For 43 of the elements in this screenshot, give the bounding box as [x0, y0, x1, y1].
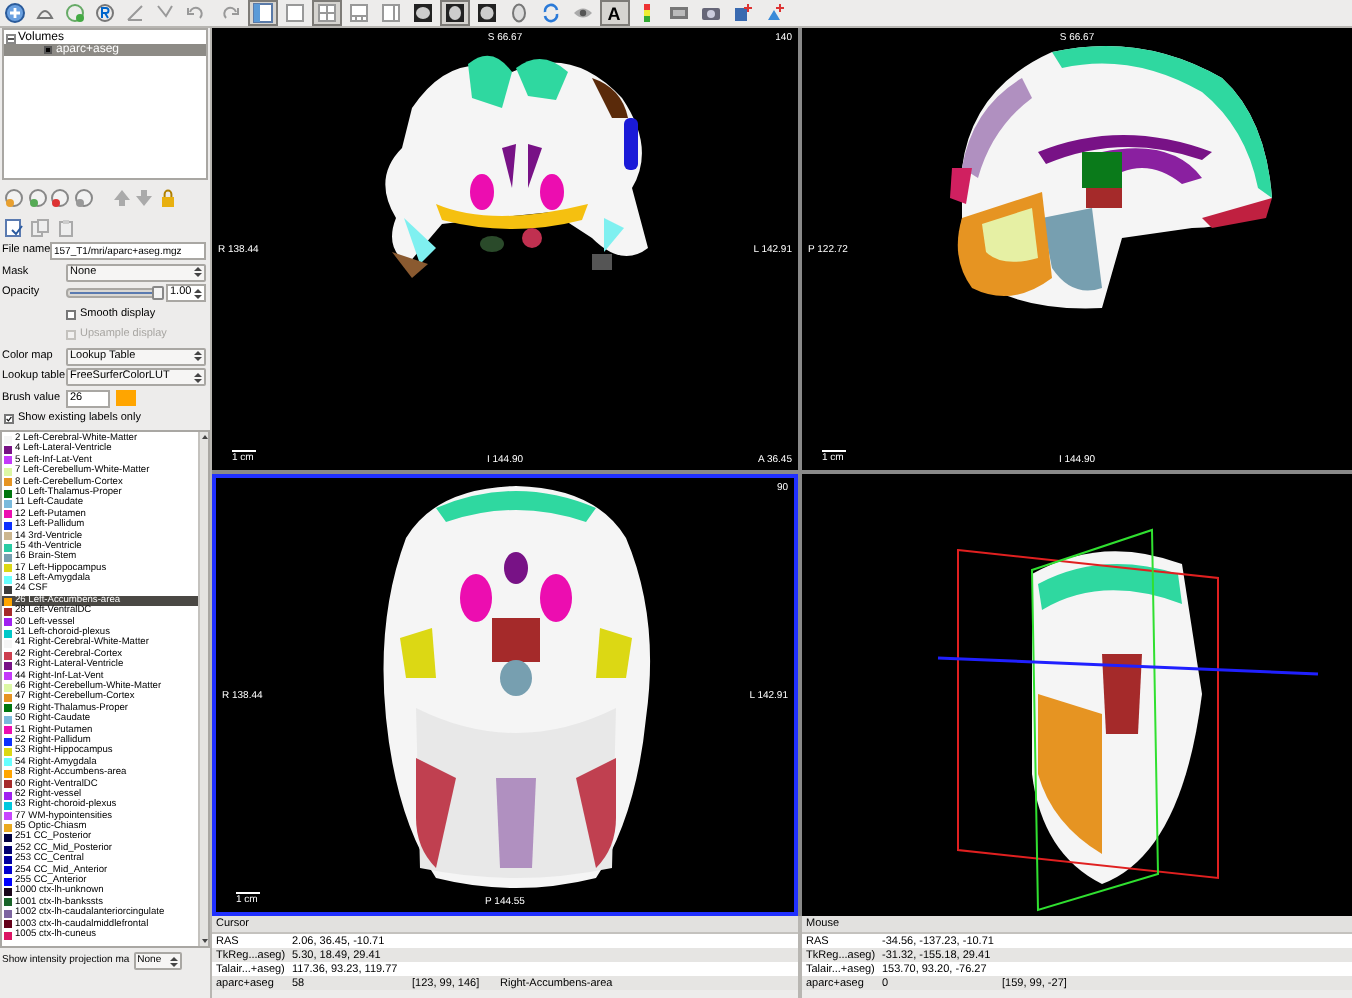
volume-icon[interactable] — [73, 188, 93, 208]
surface-add-icon[interactable] — [64, 2, 86, 24]
save-point-icon — [731, 2, 753, 24]
split-layout-icon — [379, 2, 401, 24]
layer-checkbox[interactable] — [44, 46, 52, 54]
undo-icon[interactable] — [184, 2, 206, 24]
down-arrow-icon[interactable] — [134, 188, 154, 208]
volume-icon[interactable] — [4, 188, 24, 208]
split-layout-icon — [347, 2, 369, 24]
scroll-up-icon[interactable] — [200, 432, 208, 442]
lock-icon[interactable] — [157, 188, 177, 208]
scroll-bar[interactable] — [198, 432, 208, 946]
layout-icon — [251, 2, 273, 24]
spinner-arrows-icon — [194, 287, 202, 299]
document-check-icon[interactable] — [4, 217, 24, 237]
viewport-panel[interactable] — [802, 474, 1352, 916]
grid-layout-icon — [315, 2, 337, 24]
reset-view-icon — [539, 2, 561, 24]
paste-icon[interactable] — [56, 217, 76, 237]
slider-track[interactable] — [66, 288, 160, 298]
add-point-icon — [763, 2, 785, 24]
volume-icon[interactable] — [27, 188, 47, 208]
spinner-arrows-icon — [194, 266, 202, 278]
checkbox[interactable] — [66, 309, 76, 319]
toolbar-button[interactable]: A — [599, 0, 629, 26]
roi-icon[interactable] — [94, 2, 116, 24]
brain-slice-icon — [475, 2, 497, 24]
brain-slice-icon — [411, 2, 433, 24]
single-pane-icon — [283, 2, 305, 24]
spinner-arrows-icon — [169, 955, 178, 967]
redo-icon — [219, 2, 241, 24]
volume-add-icon[interactable] — [4, 2, 26, 24]
up-arrow-icon[interactable] — [111, 188, 131, 208]
camera-icon — [699, 2, 721, 24]
brain-slice-icon — [443, 2, 465, 24]
scroll-down-icon[interactable] — [200, 936, 208, 946]
checkbox[interactable] — [4, 414, 14, 424]
toolbar-button[interactable] — [439, 0, 469, 26]
spinner-arrows-icon — [194, 371, 202, 383]
spinner-arrows-icon — [194, 350, 202, 362]
slider-thumb[interactable] — [152, 286, 164, 300]
volume-icon[interactable] — [50, 188, 70, 208]
check-icon — [6, 414, 12, 424]
